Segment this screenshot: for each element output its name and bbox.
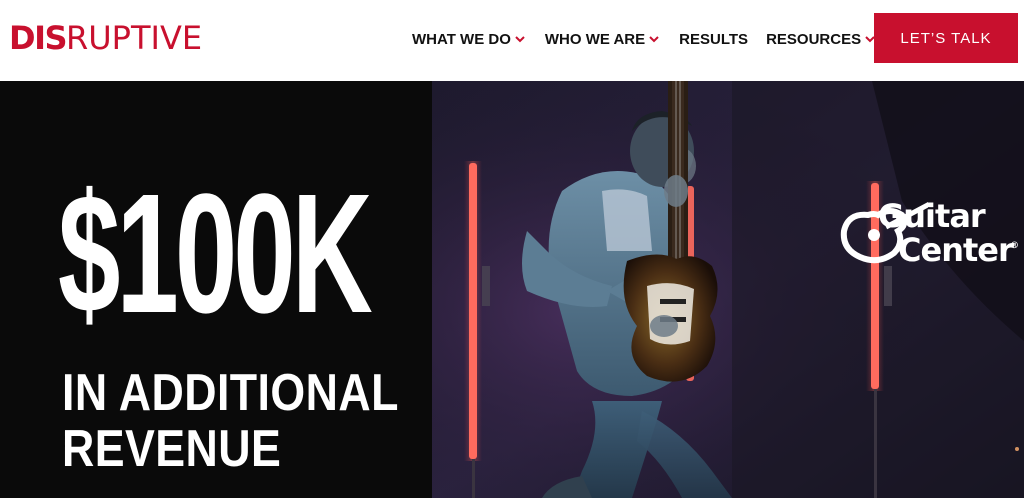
nav-item-resources[interactable]: RESOURCES xyxy=(766,31,877,48)
stat-value: $100K xyxy=(58,159,373,349)
guitar-center-trademark: ® xyxy=(1010,241,1019,251)
hero-photo-guitarist xyxy=(432,81,1024,498)
guitar-center-logo-line-1: Guitar xyxy=(878,197,986,235)
nav-item-what-we-do[interactable]: WHAT WE DO xyxy=(412,31,527,48)
logo-text-thin: RUPTIVE xyxy=(66,19,203,57)
nav-item-label: WHAT WE DO xyxy=(412,30,511,48)
logo-text-bold: DIS xyxy=(9,19,68,57)
guitar-center-logo: Guitar Center ® xyxy=(838,181,1019,277)
nav-item-results[interactable]: RESULTS xyxy=(679,31,748,48)
chevron-down-icon xyxy=(515,36,525,43)
disruptive-logo[interactable]: DIS RUPTIVE xyxy=(9,20,202,56)
guitar-center-logo-line-2: Center xyxy=(898,231,1014,269)
nav-item-label: RESOURCES xyxy=(766,30,862,48)
hero-banner: $100K IN ADDITIONAL REVENUE Guitar Cente… xyxy=(0,81,1024,498)
stat-caption-line-1: IN ADDITIONAL xyxy=(62,364,399,422)
main-nav: WHAT WE DO WHO WE ARE RESULTS RESOURCES xyxy=(412,28,895,50)
stat-caption-line-2: REVENUE xyxy=(62,420,282,478)
lets-talk-button[interactable]: LET’S TALK xyxy=(874,13,1018,63)
nav-item-label: WHO WE ARE xyxy=(544,30,646,48)
nav-item-label: RESULTS xyxy=(679,30,749,48)
stat-caption: IN ADDITIONAL REVENUE xyxy=(62,365,399,477)
chevron-down-icon xyxy=(649,36,659,43)
nav-item-who-we-are[interactable]: WHO WE ARE xyxy=(545,31,661,48)
site-header: DIS RUPTIVE WHAT WE DO WHO WE ARE RESULTS… xyxy=(0,0,1024,81)
